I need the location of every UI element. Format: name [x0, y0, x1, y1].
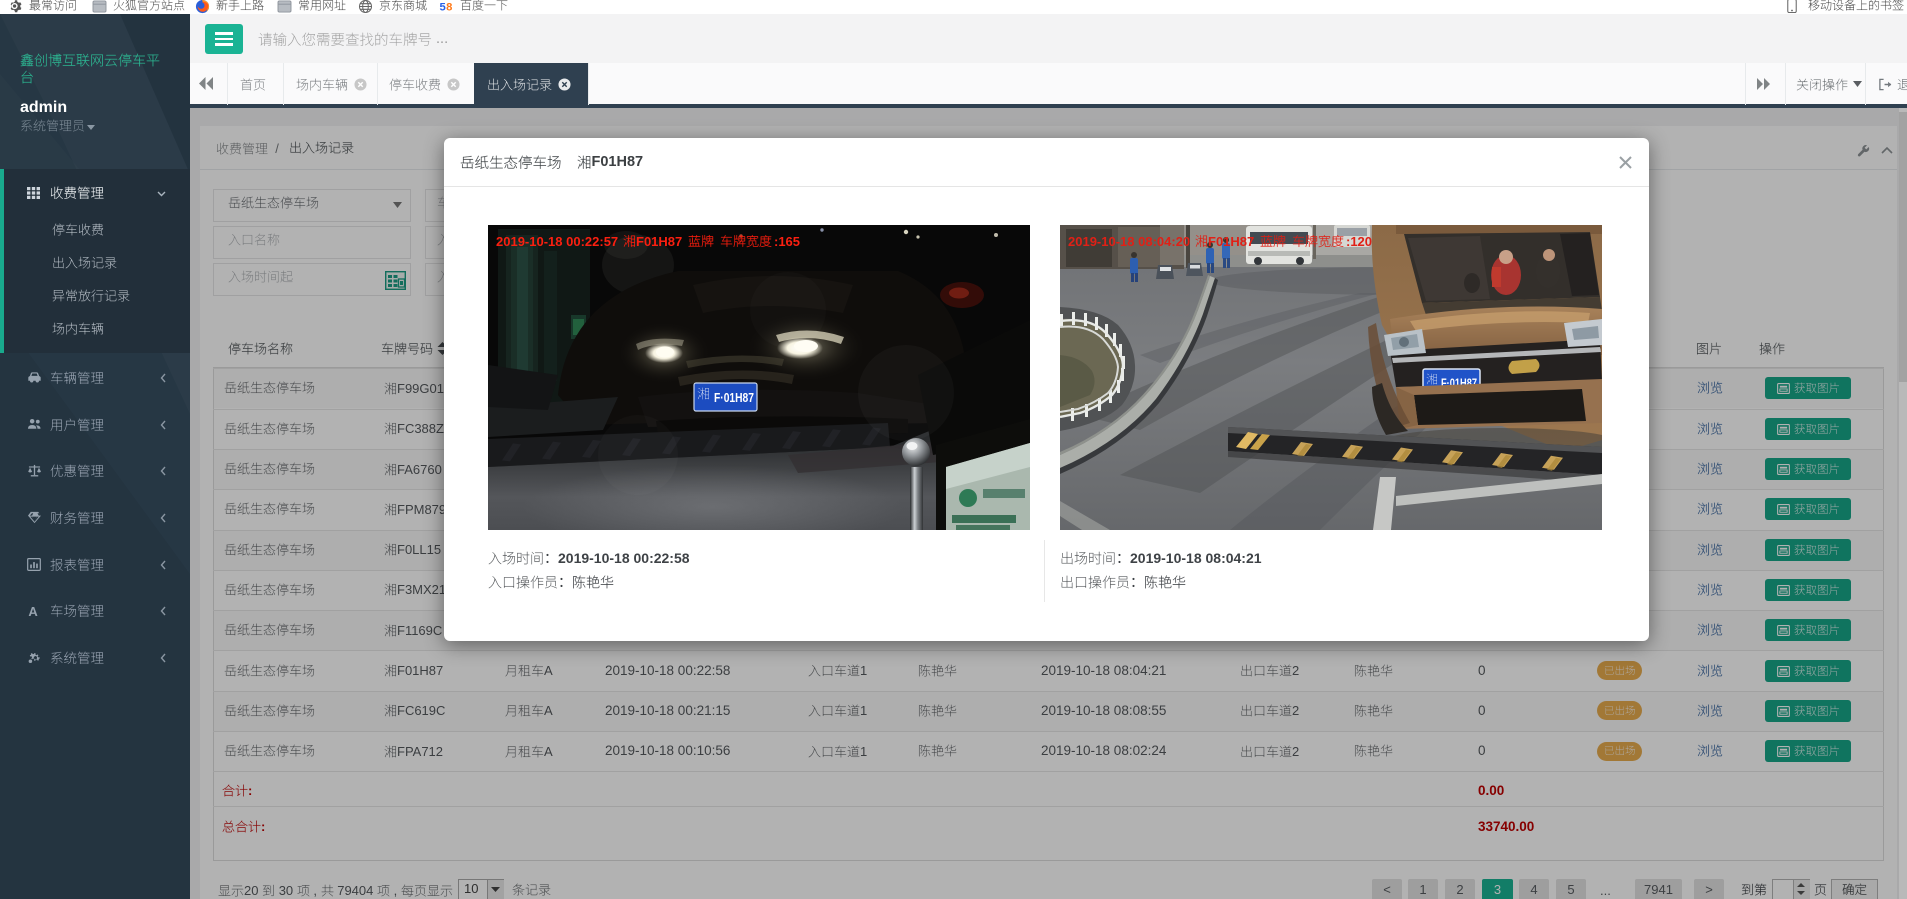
svg-text:A: A	[28, 604, 38, 617]
svg-text::165: :165	[774, 234, 800, 249]
svg-text:F·01H87: F·01H87	[714, 391, 754, 405]
svg-text:5: 5	[440, 1, 446, 13]
svg-text:F01H87: F01H87	[636, 234, 682, 249]
svg-text:8: 8	[446, 1, 452, 13]
svg-text:2019-10-18 00:22:57: 2019-10-18 00:22:57	[496, 234, 618, 249]
svg-text::120: :120	[1346, 234, 1372, 249]
svg-text:F01H87: F01H87	[1208, 234, 1254, 249]
svg-text:2019-10-18 08:04:20: 2019-10-18 08:04:20	[1068, 234, 1190, 249]
